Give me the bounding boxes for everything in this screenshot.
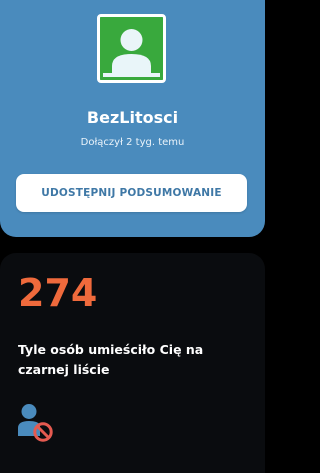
user-blocked-icon <box>18 404 53 442</box>
avatar[interactable] <box>97 14 166 83</box>
profile-card: BezLitosci Dołączył 2 tyg. temu UDOSTĘPN… <box>0 0 265 237</box>
joined-date: Dołączył 2 tyg. temu <box>80 137 185 148</box>
blacklist-count: 274 <box>18 271 98 315</box>
username: BezLitosci <box>86 108 179 127</box>
share-summary-button[interactable]: UDOSTĘPNIJ PODSUMOWANIE <box>16 174 247 212</box>
blacklist-description: Tyle osób umieściło Cię na czarnej liści… <box>18 342 204 377</box>
blacklist-stat-card: 274 Tyle osób umieściło Cię na czarnej l… <box>0 253 265 473</box>
default-user-avatar-icon <box>100 17 163 80</box>
